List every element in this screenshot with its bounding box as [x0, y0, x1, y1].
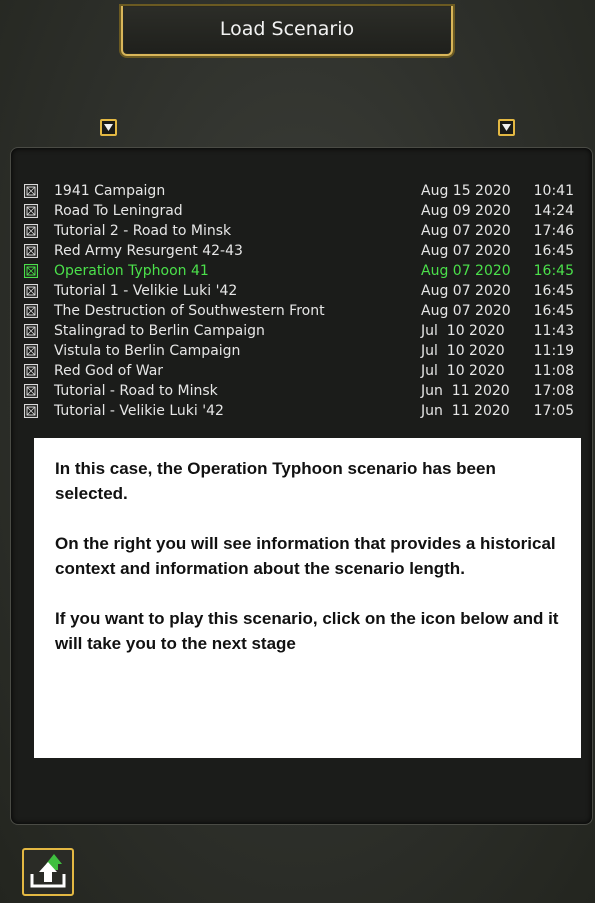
scenario-name: Tutorial - Road to Minsk	[54, 383, 218, 399]
page-title: Load Scenario	[121, 6, 453, 56]
scenario-date: Jul 10 2020	[421, 363, 505, 379]
upload-arrow-icon	[30, 854, 66, 888]
scenario-file-icon	[24, 384, 38, 398]
scenario-file-icon	[24, 224, 38, 238]
scenario-time: 16:45	[533, 283, 574, 299]
load-scenario-button[interactable]	[22, 848, 74, 896]
triangle-down-icon	[502, 124, 511, 131]
scenario-date: Aug 09 2020	[421, 203, 511, 219]
note-paragraph-2: On the right you will see information th…	[55, 534, 556, 578]
scenario-row[interactable]: Vistula to Berlin Campaign Jul 10 2020 11:…	[24, 341, 584, 361]
scenario-row[interactable]: Stalingrad to Berlin Campaign Jul 10 2020…	[24, 321, 584, 341]
scenario-date: Jul 10 2020	[421, 343, 505, 359]
sort-date-button[interactable]	[498, 119, 515, 136]
scenario-row[interactable]: 1941 Campaign Aug 15 2020 10:41	[24, 181, 584, 201]
scenario-file-icon	[24, 404, 38, 418]
scenario-name: Operation Typhoon 41	[54, 263, 209, 279]
scenario-date: Jun 11 2020	[421, 383, 510, 399]
scenario-name: Stalingrad to Berlin Campaign	[54, 323, 265, 339]
scenario-row[interactable]: Tutorial 1 - Velikie Luki '42 Aug 07 2020…	[24, 281, 584, 301]
scenario-name: Red Army Resurgent 42-43	[54, 243, 243, 259]
scenario-date: Aug 07 2020	[421, 263, 511, 279]
scenario-row[interactable]: Operation Typhoon 41 Aug 07 2020 16:45	[24, 261, 584, 281]
scenario-name: The Destruction of Southwestern Front	[54, 303, 325, 319]
scenario-file-icon	[24, 304, 38, 318]
scenario-file-icon	[24, 264, 38, 278]
scenario-time: 17:08	[533, 383, 574, 399]
scenario-name: Red God of War	[54, 363, 164, 379]
scenario-row[interactable]: Tutorial - Velikie Luki '42 Jun 11 2020 17…	[24, 401, 584, 421]
scenario-date: Aug 07 2020	[421, 223, 511, 239]
scenario-time: 16:45	[533, 303, 574, 319]
scenario-file-icon	[24, 204, 38, 218]
scenario-date: Jun 11 2020	[421, 403, 510, 419]
sort-name-button[interactable]	[100, 119, 117, 136]
scenario-time: 10:41	[533, 183, 574, 199]
scenario-time: 16:45	[533, 263, 574, 279]
scenario-file-icon	[24, 244, 38, 258]
scenario-time: 11:19	[533, 343, 574, 359]
scenario-name: Tutorial 2 - Road to Minsk	[54, 223, 232, 239]
scenario-date: Aug 07 2020	[421, 243, 511, 259]
scenario-time: 17:05	[533, 403, 574, 419]
scenario-file-icon	[24, 184, 38, 198]
triangle-down-icon	[104, 124, 113, 131]
scenario-date: Aug 15 2020	[421, 183, 511, 199]
scenario-row[interactable]: Tutorial - Road to Minsk Jun 11 2020 17:08	[24, 381, 584, 401]
scenario-row[interactable]: Tutorial 2 - Road to Minsk Aug 07 2020 17:…	[24, 221, 584, 241]
scenario-file-icon	[24, 364, 38, 378]
scenario-row[interactable]: Red God of War Jul 10 2020 11:08	[24, 361, 584, 381]
scenario-date: Aug 07 2020	[421, 303, 511, 319]
scenario-row[interactable]: The Destruction of Southwestern Front Aug…	[24, 301, 584, 321]
scenario-row[interactable]: Red Army Resurgent 42-43 Aug 07 2020 16:45	[24, 241, 584, 261]
instruction-note: In this case, the Operation Typhoon scen…	[34, 438, 581, 758]
scenario-file-icon	[24, 324, 38, 338]
scenario-row[interactable]: Road To Leningrad Aug 09 2020 14:24	[24, 201, 584, 221]
scenario-time: 11:43	[533, 323, 574, 339]
note-paragraph-1: In this case, the Operation Typhoon scen…	[55, 459, 496, 503]
scenario-name: Vistula to Berlin Campaign	[54, 343, 241, 359]
note-paragraph-3: If you want to play this scenario, click…	[55, 609, 559, 653]
scenario-time: 16:45	[533, 243, 574, 259]
scenario-date: Jul 10 2020	[421, 323, 505, 339]
scenario-file-icon	[24, 284, 38, 298]
scenario-name: Road To Leningrad	[54, 203, 183, 219]
scenario-time: 14:24	[533, 203, 574, 219]
scenario-file-icon	[24, 344, 38, 358]
scenario-time: 17:46	[533, 223, 574, 239]
scenario-time: 11:08	[533, 363, 574, 379]
scenario-name: 1941 Campaign	[54, 183, 166, 199]
scenario-date: Aug 07 2020	[421, 283, 511, 299]
scenario-name: Tutorial 1 - Velikie Luki '42	[54, 283, 238, 299]
scenario-name: Tutorial - Velikie Luki '42	[54, 403, 224, 419]
